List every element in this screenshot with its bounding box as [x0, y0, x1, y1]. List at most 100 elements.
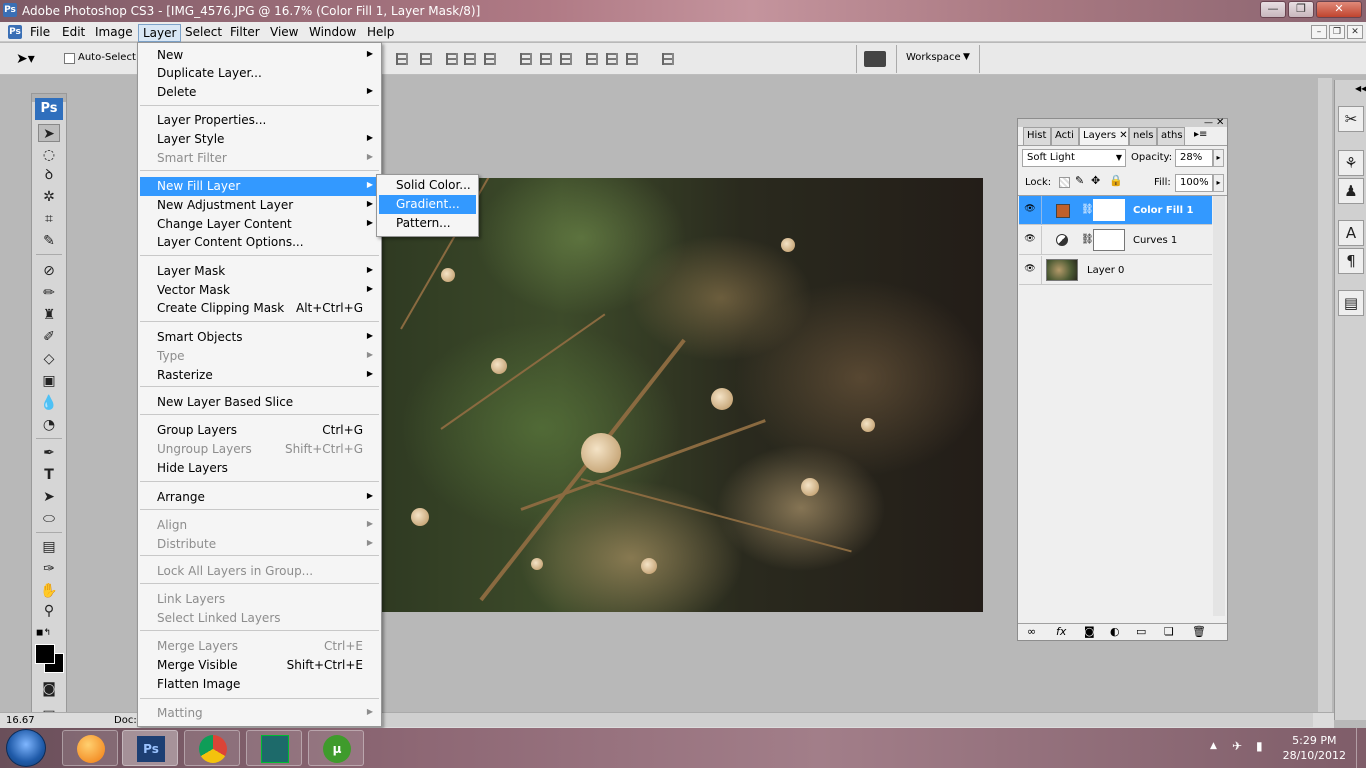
pen-tool-icon[interactable]: ✒ [38, 444, 60, 462]
panel-menu-icon[interactable]: ▸≡ [1194, 129, 1207, 140]
auto-align-icon[interactable] [662, 53, 674, 65]
collapse-dock-icon[interactable]: ◀◀ [1355, 84, 1366, 93]
tab-channels[interactable]: nels [1129, 127, 1157, 145]
tab-paths[interactable]: aths [1157, 127, 1185, 145]
gradient-tool-icon[interactable]: ▣ [38, 372, 60, 390]
clone-source-icon[interactable]: ♟ [1338, 178, 1364, 204]
align-left-icon[interactable] [464, 53, 476, 65]
taskbar-chrome[interactable] [184, 730, 240, 766]
menu-item-layer-style[interactable]: Layer Style ▶ [140, 130, 379, 149]
taskbar-app-orange[interactable] [62, 730, 118, 766]
menu-item-flatten-image[interactable]: Flatten Image [140, 675, 379, 694]
visibility-eye-icon[interactable]: 👁 [1024, 234, 1036, 244]
visibility-eye-icon[interactable]: 👁 [1024, 264, 1036, 274]
menu-item-new[interactable]: New ▶ [140, 46, 379, 65]
distribute-left-icon[interactable] [586, 53, 598, 65]
tab-actions[interactable]: Acti [1051, 127, 1079, 145]
move-tool-icon[interactable]: ➤ [38, 124, 60, 142]
hand-tool-icon[interactable]: ✋ [38, 582, 60, 600]
panel-close-icon[interactable]: ✕ [1216, 117, 1224, 128]
distribute-vcenter-icon[interactable] [540, 53, 552, 65]
distribute-hcenter-icon[interactable] [606, 53, 618, 65]
show-desktop-button[interactable] [1356, 728, 1366, 768]
layer-row-layer-0[interactable]: 👁 Layer 0 [1019, 256, 1212, 285]
lasso-tool-icon[interactable]: ꝺ [38, 166, 60, 184]
brushes-icon[interactable]: ⚘ [1338, 150, 1364, 176]
layer-thumbnail[interactable] [1046, 259, 1078, 281]
align-bottom-icon[interactable] [446, 53, 458, 65]
doc-restore-button[interactable]: ❐ [1329, 25, 1345, 39]
taskbar-utorrent[interactable]: µ [308, 730, 364, 766]
adjustment-layer-icon[interactable] [1056, 234, 1068, 246]
document-icon[interactable]: Ps [8, 25, 22, 39]
quick-mask-icon[interactable]: ◙ [38, 680, 60, 698]
menu-file[interactable]: File [26, 24, 54, 40]
history-brush-tool-icon[interactable]: ✐ [38, 328, 60, 346]
menu-item-arrange[interactable]: Arrange ▶ [140, 488, 379, 507]
panel-header[interactable] [1018, 119, 1227, 127]
vertical-scrollbar[interactable] [1318, 78, 1332, 712]
doc-minimize-button[interactable]: – [1311, 25, 1327, 39]
trash-icon[interactable]: 🗑 [1192, 625, 1206, 638]
menu-select[interactable]: Select [181, 24, 226, 40]
distribute-right-icon[interactable] [626, 53, 638, 65]
menu-item-layer-mask[interactable]: Layer Mask ▶ [140, 262, 379, 281]
tab-history[interactable]: Hist [1023, 127, 1051, 145]
menu-help[interactable]: Help [363, 24, 398, 40]
submenu-pattern[interactable]: Pattern... [379, 214, 476, 233]
paragraph-icon[interactable]: ¶ [1338, 248, 1364, 274]
foreground-color-swatch[interactable] [35, 644, 55, 664]
layer-mask-thumbnail[interactable] [1093, 199, 1125, 221]
layer-name[interactable]: Color Fill 1 [1133, 205, 1193, 216]
auto-select-checkbox[interactable] [64, 53, 75, 64]
blend-mode-select[interactable]: Soft Light ▼ [1022, 149, 1126, 167]
menu-item-duplicate-layer[interactable]: Duplicate Layer... [140, 64, 379, 83]
fill-field[interactable]: 100% [1175, 174, 1213, 192]
menu-window[interactable]: Window [305, 24, 360, 40]
menu-item-group-layers[interactable]: Group Layers Ctrl+G [140, 421, 379, 440]
tray-signal-icon[interactable]: ▮ [1256, 739, 1263, 753]
link-layers-icon[interactable]: ∞ [1027, 625, 1036, 638]
menu-item-layer-content-options[interactable]: Layer Content Options... [140, 233, 379, 252]
menu-item-rasterize[interactable]: Rasterize ▶ [140, 366, 379, 385]
menu-edit[interactable]: Edit [58, 24, 89, 40]
fill-color-swatch[interactable] [1056, 204, 1070, 218]
link-chain-icon[interactable]: ⛓ [1081, 234, 1094, 245]
menu-item-new-fill-layer[interactable]: New Fill Layer ▶ [140, 177, 379, 196]
workspace-button[interactable]: Workspace ▼ [896, 45, 980, 73]
notes-tool-icon[interactable]: ▤ [38, 538, 60, 556]
minimize-button[interactable]: — [1260, 1, 1286, 18]
blur-tool-icon[interactable]: 💧 [38, 394, 60, 412]
menu-item-new-adjustment-layer[interactable]: New Adjustment Layer ▶ [140, 196, 379, 215]
clock[interactable]: 5:29 PM 28/10/2012 [1283, 733, 1346, 763]
menu-item-delete[interactable]: Delete ▶ [140, 83, 379, 102]
menu-view[interactable]: View [266, 24, 302, 40]
lock-all-icon[interactable]: 🔒 [1109, 174, 1123, 187]
menu-filter[interactable]: Filter [226, 24, 264, 40]
taskbar-photoshop[interactable]: Ps [122, 730, 178, 766]
menu-item-create-clipping-mask[interactable]: Create Clipping Mask Alt+Ctrl+G [140, 299, 379, 318]
submenu-solid-color[interactable]: Solid Color... [379, 176, 476, 195]
type-tool-icon[interactable]: T [38, 466, 60, 484]
eraser-tool-icon[interactable]: ◇ [38, 350, 60, 368]
shape-tool-icon[interactable]: ⬭ [38, 510, 60, 528]
layer-mask-thumbnail[interactable] [1093, 229, 1125, 251]
tray-expand-icon[interactable]: ▲ [1210, 741, 1217, 751]
menu-item-merge-visible[interactable]: Merge Visible Shift+Ctrl+E [140, 656, 379, 675]
new-layer-icon[interactable]: ❏ [1164, 625, 1174, 638]
eyedropper-tool-icon[interactable]: ✑ [38, 560, 60, 578]
menu-item-hide-layers[interactable]: Hide Layers [140, 459, 379, 478]
move-tool-preset-icon[interactable]: ➤▾ [16, 51, 35, 67]
document-canvas[interactable] [381, 178, 983, 612]
menu-image[interactable]: Image [91, 24, 137, 40]
slice-tool-icon[interactable]: ✎ [38, 232, 60, 250]
link-chain-icon[interactable]: ⛓ [1081, 204, 1094, 215]
close-button[interactable]: ✕ [1316, 1, 1362, 18]
add-mask-icon[interactable]: ◙ [1084, 625, 1095, 638]
path-selection-tool-icon[interactable]: ➤ [38, 488, 60, 506]
layer-comps-icon[interactable]: ▤ [1338, 290, 1364, 316]
zoom-tool-icon[interactable]: ⚲ [38, 602, 60, 620]
new-group-icon[interactable]: ▭ [1136, 625, 1146, 638]
healing-brush-tool-icon[interactable]: ⊘ [38, 262, 60, 280]
submenu-gradient[interactable]: Gradient... [379, 195, 476, 214]
